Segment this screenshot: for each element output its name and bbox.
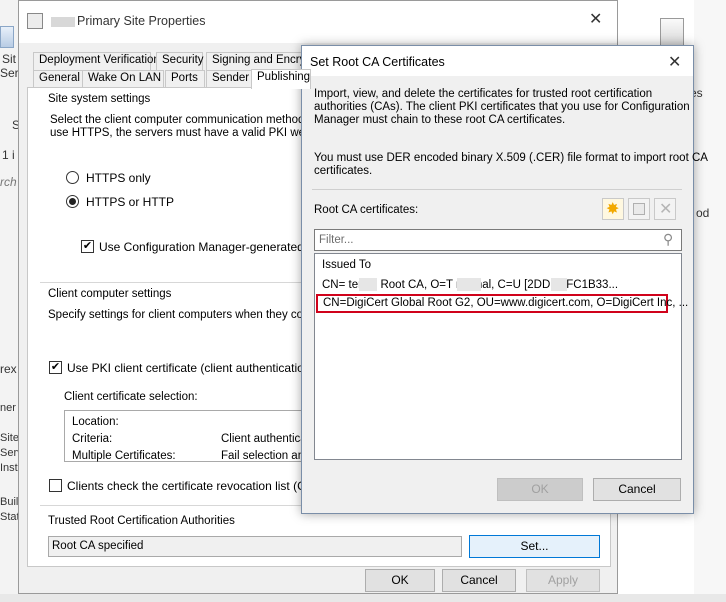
props-title: Primary Site Properties [77,14,206,28]
cancel-button[interactable]: Cancel [442,569,516,592]
column-header-issued-to[interactable]: Issued To [322,259,371,271]
close-icon[interactable]: ✕ [589,9,602,29]
tab-sender[interactable]: Sender [206,70,254,88]
dlg-title-bar: Set Root CA Certificates ✕ [302,46,693,76]
dlg-description: Manager must chain to these root CA cert… [314,114,566,126]
site-system-settings-heading: Site system settings [48,93,151,105]
use-pki-checkbox[interactable]: ✔ [49,361,62,374]
tab-security[interactable]: Security [156,52,204,70]
client-settings-description: Specify settings for client computers wh… [48,309,329,321]
tab-deployment-verification[interactable]: Deployment Verification [33,52,160,70]
cert-selection-key: Multiple Certificates: [72,450,176,462]
cert-selection-value: Client authenticat [221,433,310,445]
bg-fragment: ner [0,402,16,414]
dlg-title: Set Root CA Certificates [310,55,445,69]
list-item[interactable]: CN=DigiCert Global Root G2, OU=www.digic… [323,297,688,309]
redacted-text [457,278,481,291]
dlg-description: authorities (CAs). The client PKI certif… [314,101,690,113]
https-only-radio[interactable] [66,171,79,184]
add-certificate-button[interactable]: ✸ [602,198,624,220]
format-note: You must use DER encoded binary X.509 (.… [314,152,708,164]
bg-fragment: rch [0,175,17,189]
tab-general[interactable]: General [33,70,85,88]
filter-input[interactable]: Filter... ⚲ [314,229,682,251]
props-title-bar: Primary Site Properties ✕ [19,1,617,43]
https-or-http-label: HTTPS or HTTP [86,195,175,209]
highlighted-list-item[interactable]: CN=DigiCert Global Root G2, OU=www.digic… [316,294,688,313]
client-settings-heading: Client computer settings [48,288,172,300]
bg-fragment: rex [0,362,17,376]
https-or-http-radio[interactable] [66,195,79,208]
ok-button[interactable]: OK [365,569,435,592]
properties-icon [660,18,684,46]
bg-fragment: Site [0,432,19,444]
search-icon: ⚲ [663,231,674,247]
bg-fragment: Sit [2,52,17,66]
comm-method-description: Select the client computer communication… [50,114,327,126]
root-ca-certificates-list[interactable]: Issued To CN= ternal Root CA, O=T nterna… [314,253,688,460]
crl-checkbox[interactable] [49,479,62,492]
https-only-label: HTTPS only [86,171,151,185]
filter-placeholder: Filter... [319,234,354,246]
cancel-button[interactable]: Cancel [593,478,681,501]
site-server-icon [0,26,14,48]
root-ca-list-label: Root CA certificates: [314,204,419,216]
properties-app-icon [27,13,43,29]
cert-selection-value: Fail selection and [221,450,311,462]
root-ca-field-value: Root CA specified [52,540,144,552]
delete-certificate-button[interactable]: ✕ [654,198,676,220]
comm-method-description: use HTTPS, the servers must have a valid… [50,127,327,139]
tab-ports[interactable]: Ports [165,70,205,88]
use-cm-certs-checkbox[interactable]: ✔ [81,240,94,253]
redacted-site-code [51,17,75,27]
redacted-text [359,278,377,291]
use-pki-label: Use PKI client certificate (client authe… [67,361,334,375]
delete-x-icon: ✕ [659,201,673,218]
root-ca-field: Root CA specified [48,536,462,557]
crl-label: Clients check the certificate revocation… [67,479,339,493]
format-note: certificates. [314,165,373,177]
bg-fragment: Stat [0,511,20,523]
cert-selection-key: Location: [72,416,119,428]
trusted-root-heading: Trusted Root Certification Authorities [48,515,235,527]
bg-fragment: 1 i [2,148,15,162]
bg-fragment: Buil [0,496,19,508]
cert-selection-label: Client certificate selection: [64,391,198,403]
new-star-icon: ✸ [606,201,620,218]
apply-button[interactable]: Apply [526,569,600,592]
set-root-ca-dialog: Set Root CA Certificates ✕ Import, view,… [301,45,708,514]
bg-fragment: Ser [0,66,19,80]
ok-button[interactable]: OK [497,478,583,501]
bg-fragment: od [696,206,710,220]
cert-selection-list[interactable]: Location: Criteria: Client authenticat M… [64,410,311,462]
view-certificate-button[interactable] [628,198,650,220]
dlg-description: Import, view, and delete the certificate… [314,88,653,100]
certificate-icon [633,203,645,215]
close-icon[interactable]: ✕ [668,52,681,72]
tab-wake-on-lan[interactable]: Wake On LAN [82,70,164,88]
use-cm-certs-label: Use Configuration Manager-generated cert… [99,240,330,254]
cert-selection-key: Criteria: [72,433,113,445]
set-root-ca-button[interactable]: Set... [469,535,600,558]
tab-publishing[interactable]: Publishing [251,69,311,89]
redacted-text [551,278,567,291]
tab-signing-encryption[interactable]: Signing and Encryp [206,52,312,70]
